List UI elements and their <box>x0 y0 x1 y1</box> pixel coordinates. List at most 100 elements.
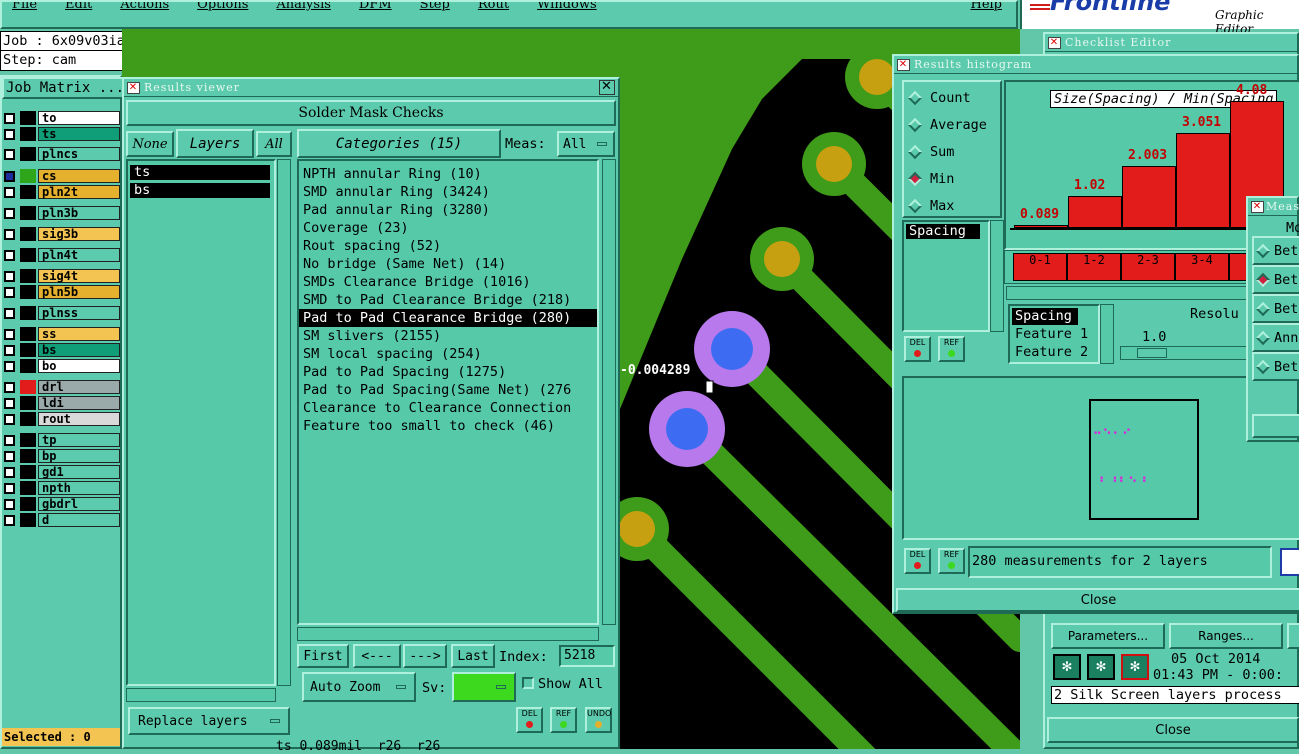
layer-list-hscrollbar[interactable] <box>126 688 276 702</box>
layer-row-pln5b[interactable]: pln5b <box>4 285 120 299</box>
undo-button[interactable]: UNDO <box>585 707 612 733</box>
layer-name[interactable]: gbdrl <box>38 497 120 511</box>
layer-checkbox[interactable] <box>4 482 15 494</box>
layer-row-bs[interactable]: bs <box>4 343 120 357</box>
measure-option[interactable]: Ann <box>1252 323 1299 352</box>
layer-name[interactable]: pln5b <box>38 285 120 299</box>
layer-checkbox[interactable] <box>4 228 15 240</box>
layer-checkbox[interactable] <box>4 328 15 340</box>
layer-checkbox[interactable] <box>4 170 15 182</box>
feature-item-spacing[interactable]: Spacing <box>1012 308 1078 325</box>
last-button[interactable]: Last <box>451 644 495 668</box>
layer-row-rout[interactable]: rout <box>4 412 120 426</box>
histogram-option-count[interactable]: Count <box>904 84 1000 111</box>
category-item[interactable]: Rout spacing (52) <box>299 237 597 255</box>
layer-name[interactable]: bs <box>38 343 120 357</box>
layer-color-swatch[interactable] <box>20 111 36 125</box>
layer-row-cs[interactable]: cs <box>4 169 120 183</box>
category-item[interactable]: Coverage (23) <box>299 219 597 237</box>
layer-color-swatch[interactable] <box>20 206 36 220</box>
histogram-option-sum[interactable]: Sum <box>904 138 1000 165</box>
radio-diamond-icon[interactable] <box>1255 330 1271 345</box>
layer-checkbox[interactable] <box>4 514 15 526</box>
category-hscrollbar[interactable] <box>297 627 599 641</box>
preview-del-button[interactable]: DEL <box>904 548 931 574</box>
layer-row-gbdrl[interactable]: gbdrl <box>4 497 120 511</box>
preview-ref-button[interactable]: REF <box>938 548 965 574</box>
layer-item-ts[interactable]: ts <box>130 165 270 180</box>
measure-option[interactable]: Bet <box>1252 265 1299 294</box>
layer-color-swatch[interactable] <box>20 449 36 463</box>
layer-name[interactable]: ss <box>38 327 120 341</box>
category-item[interactable]: Clearance to Clearance Connection <box>299 399 597 417</box>
radio-diamond-icon[interactable] <box>1255 243 1271 258</box>
layer-name[interactable]: sig4t <box>38 269 120 283</box>
layer-row-ts[interactable]: ts <box>4 127 120 141</box>
layer-checkbox[interactable] <box>4 413 15 425</box>
category-item[interactable]: SMD to Pad Clearance Bridge (218) <box>299 291 597 309</box>
layer-name[interactable]: cs <box>38 169 120 183</box>
auto-zoom-dropdown[interactable]: Auto Zoom <box>302 672 416 702</box>
layer-row-tp[interactable]: tp <box>4 433 120 447</box>
category-item[interactable]: Pad annular Ring (3280) <box>299 201 597 219</box>
layer-checkbox[interactable] <box>4 344 15 356</box>
layer-row-plncs[interactable]: plncs <box>4 147 120 161</box>
radio-diamond-icon[interactable] <box>907 171 923 186</box>
layer-checkbox[interactable] <box>4 360 15 372</box>
category-item[interactable]: NPTH annular Ring (10) <box>299 165 597 183</box>
histogram-bar[interactable] <box>1122 165 1176 228</box>
replace-layers-dropdown[interactable]: Replace layers <box>128 707 290 735</box>
checklist-close-button[interactable]: Close <box>1047 717 1299 743</box>
layer-color-swatch[interactable] <box>20 169 36 183</box>
feature-item-2[interactable]: Feature 2 <box>1012 343 1096 361</box>
layer-color-swatch[interactable] <box>20 396 36 410</box>
layer-checkbox[interactable] <box>4 450 15 462</box>
layer-checkbox[interactable] <box>4 148 15 160</box>
all-layers-button[interactable]: All <box>256 131 292 157</box>
layer-row-to[interactable]: to <box>4 111 120 125</box>
layer-name[interactable]: pln4t <box>38 248 120 262</box>
category-item[interactable]: Pad to Pad Spacing (1275) <box>299 363 597 381</box>
layer-color-swatch[interactable] <box>20 185 36 199</box>
layer-name[interactable]: gd1 <box>38 465 120 479</box>
layers-button[interactable]: Layers <box>176 129 254 158</box>
layer-color-swatch[interactable] <box>20 433 36 447</box>
layer-name[interactable]: npth <box>38 481 120 495</box>
meas-dropdown[interactable]: All <box>557 131 615 157</box>
stop-icon[interactable]: ✻ <box>1121 654 1149 680</box>
layer-name[interactable]: plncs <box>38 147 120 161</box>
layer-color-swatch[interactable] <box>20 327 36 341</box>
radio-diamond-icon[interactable] <box>907 117 923 132</box>
window-menu-icon[interactable]: ✕ <box>1048 37 1061 49</box>
histogram-close-button[interactable]: Close <box>896 588 1299 612</box>
layer-color-swatch[interactable] <box>20 269 36 283</box>
radio-diamond-icon[interactable] <box>1255 359 1271 374</box>
layer-results-list[interactable]: ts bs <box>126 159 276 686</box>
category-item[interactable]: Feature too small to check (46) <box>299 417 597 435</box>
close-icon[interactable]: ✕ <box>599 80 615 95</box>
category-item[interactable]: No bridge (Same Net) (14) <box>299 255 597 273</box>
window-menu-icon[interactable]: ✕ <box>127 82 140 94</box>
layer-checkbox[interactable] <box>4 112 15 124</box>
menu-options[interactable]: Options <box>197 2 248 11</box>
layer-list-scrollbar[interactable] <box>277 159 291 686</box>
layer-name[interactable]: rout <box>38 412 120 426</box>
layer-name[interactable]: bo <box>38 359 120 373</box>
categories-button[interactable]: Categories (15) <box>297 129 501 158</box>
spacing-scrollbar[interactable] <box>990 220 1004 332</box>
run-icon[interactable]: ✻ <box>1053 654 1081 680</box>
layer-checkbox[interactable] <box>4 498 15 510</box>
category-scrollbar[interactable] <box>602 159 616 625</box>
show-all-checkbox[interactable] <box>522 677 534 689</box>
layer-checkbox[interactable] <box>4 207 15 219</box>
histogram-bar[interactable] <box>1176 133 1230 228</box>
layer-checkbox[interactable] <box>4 186 15 198</box>
histogram-option-max[interactable]: Max <box>904 192 1000 219</box>
layer-checkbox[interactable] <box>4 466 15 478</box>
menu-analysis[interactable]: Analysis <box>276 2 331 11</box>
category-item[interactable]: Pad to Pad Clearance Bridge (280) <box>299 309 597 327</box>
layer-color-swatch[interactable] <box>20 306 36 320</box>
layer-row-gd1[interactable]: gd1 <box>4 465 120 479</box>
layer-name[interactable]: pln3b <box>38 206 120 220</box>
layer-name[interactable]: d <box>38 513 120 527</box>
